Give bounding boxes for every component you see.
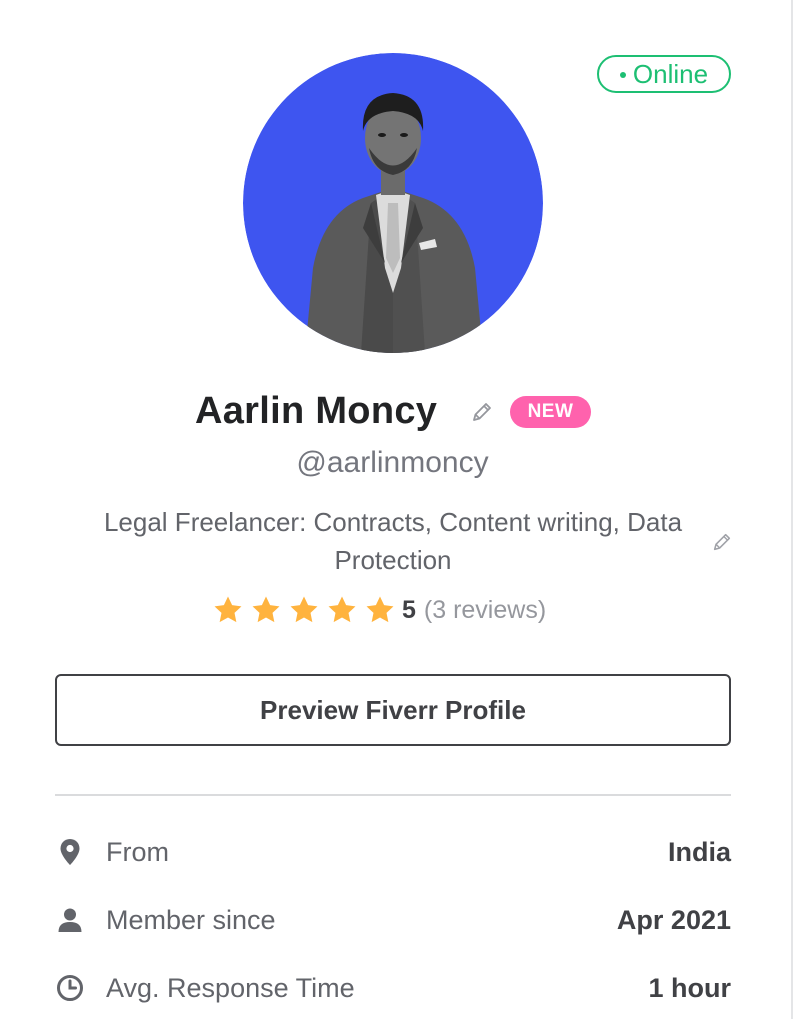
name-row: Aarlin Moncy NEW: [0, 385, 791, 437]
star-icon: [328, 596, 356, 623]
star-icon: [366, 596, 394, 623]
username: @aarlinmoncy: [296, 446, 489, 479]
edit-tagline-pencil-icon[interactable]: [711, 531, 733, 553]
divider: [55, 794, 731, 796]
stat-value: India: [667, 836, 731, 867]
stat-value: Apr 2021: [616, 904, 731, 935]
stat-row-member-since: Member since Apr 2021: [55, 898, 731, 942]
clock-icon: [55, 973, 85, 1003]
stat-label: Avg. Response Time: [106, 972, 355, 1003]
location-pin-icon: [55, 837, 85, 867]
seller-name: Aarlin Moncy: [195, 390, 438, 432]
preview-profile-button[interactable]: Preview Fiverr Profile: [55, 674, 731, 746]
user-icon: [55, 905, 85, 935]
rating-score: 5: [402, 595, 416, 624]
rating[interactable]: 5 (3 reviews): [211, 590, 546, 630]
profile-tagline: Legal Freelancer: Contracts, Content wri…: [103, 507, 683, 575]
seller-card: Online Aarlin Moncy NEW @aarlinmoncy Leg…: [0, 0, 793, 1019]
online-status-badge: Online: [597, 55, 731, 93]
online-label: Online: [632, 58, 709, 89]
new-seller-badge: NEW: [510, 396, 591, 428]
star-icon: [252, 596, 280, 623]
avatar[interactable]: [243, 53, 543, 353]
stat-value: 1 hour: [648, 972, 731, 1003]
star-icon: [214, 596, 242, 623]
edit-pencil-icon[interactable]: [470, 400, 494, 424]
star-icon: [290, 596, 318, 623]
stat-row-response-time: Avg. Response Time 1 hour: [55, 966, 731, 1010]
avatar-photo: [243, 53, 543, 353]
online-dot-icon: [619, 72, 626, 78]
review-count[interactable]: (3 reviews): [424, 596, 546, 625]
stat-label: Member since: [106, 904, 276, 935]
stat-label: From: [106, 836, 169, 867]
stat-row-from: From India: [55, 830, 731, 874]
